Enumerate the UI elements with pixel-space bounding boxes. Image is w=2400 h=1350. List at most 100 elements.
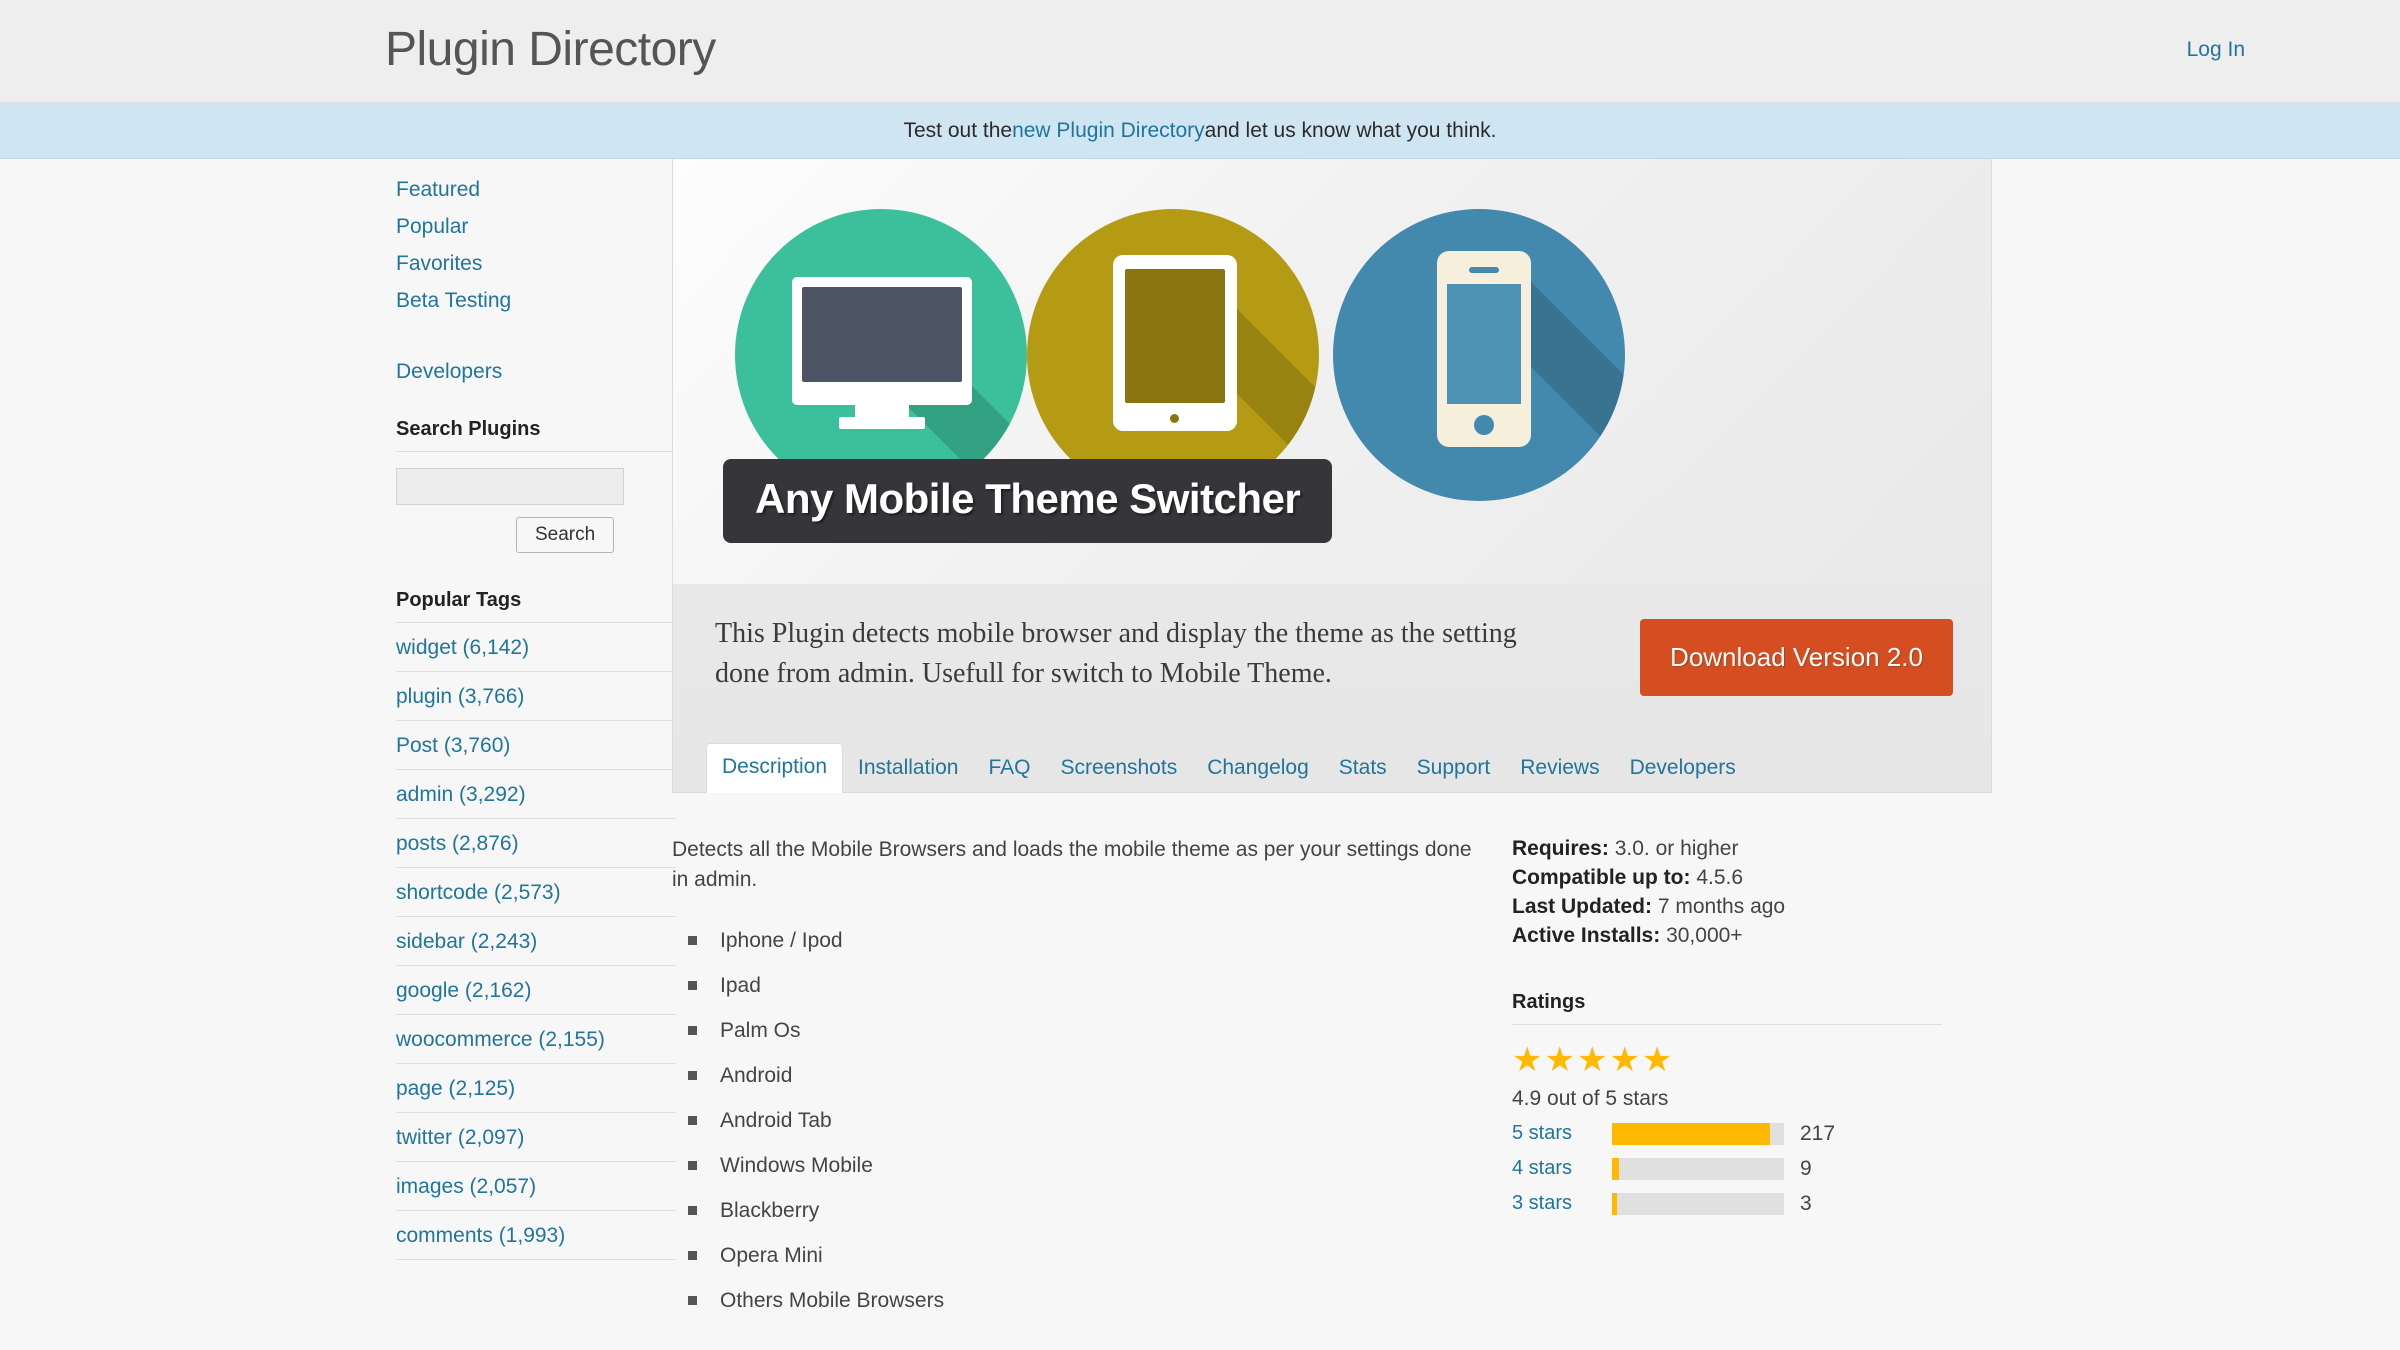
tablet-icon: [1027, 209, 1319, 501]
tag-link-posts[interactable]: posts (2,876): [396, 819, 676, 867]
search-plugins-heading: Search Plugins: [396, 418, 676, 452]
list-item: admin (3,292): [396, 770, 676, 819]
plugin-tabs: Description Installation FAQ Screenshots…: [673, 743, 1991, 793]
rating-row-3: 3 stars 3: [1512, 1192, 1942, 1216]
plugin-header-card: Any Mobile Theme Switcher This Plugin de…: [672, 159, 1992, 793]
rating-link-5-stars[interactable]: 5 stars: [1512, 1122, 1584, 1145]
tag-link-plugin[interactable]: plugin (3,766): [396, 672, 676, 720]
tag-link-page[interactable]: page (2,125): [396, 1064, 676, 1112]
sidebar: Featured Popular Favorites Beta Testing …: [396, 159, 676, 1260]
tab-support[interactable]: Support: [1402, 745, 1506, 792]
rating-bar-fill-4: [1612, 1157, 1619, 1180]
popular-tags-heading: Popular Tags: [396, 589, 676, 623]
sidebar-item-featured[interactable]: Featured: [396, 171, 676, 208]
list-item: plugin (3,766): [396, 672, 676, 721]
tab-description[interactable]: Description: [706, 743, 844, 793]
description-paragraph: Detects all the Mobile Browsers and load…: [672, 838, 1472, 892]
search-input[interactable]: [396, 468, 624, 505]
rating-bar-5: [1612, 1122, 1784, 1145]
notice-bar: Test out the new Plugin Directory and le…: [0, 103, 2400, 159]
rating-bar-fill-3: [1612, 1192, 1618, 1215]
plugin-short-description: This Plugin detects mobile browser and d…: [715, 618, 1517, 689]
info-last-updated-value: 7 months ago: [1657, 894, 1786, 918]
tag-link-shortcode[interactable]: shortcode (2,573): [396, 868, 676, 916]
notice-text-before: Test out the: [903, 118, 1013, 142]
notice-text-after: and let us know what you think.: [1204, 118, 1497, 142]
tag-link-google[interactable]: google (2,162): [396, 966, 676, 1014]
tag-link-widget[interactable]: widget (6,142): [396, 623, 676, 671]
page-body: Featured Popular Favorites Beta Testing …: [0, 159, 2400, 1349]
info-last-updated: Last Updated: 7 months ago: [1512, 895, 1942, 920]
description-panel: Detects all the Mobile Browsers and load…: [672, 835, 1472, 1335]
sidebar-item-developers[interactable]: Developers: [396, 353, 676, 390]
list-item: twitter (2,097): [396, 1113, 676, 1162]
list-item: Blackberry: [688, 1200, 1472, 1245]
list-item: Palm Os: [688, 1020, 1472, 1065]
login-link[interactable]: Log In: [2187, 38, 2245, 62]
list-item: page (2,125): [396, 1064, 676, 1113]
tag-link-sidebar[interactable]: sidebar (2,243): [396, 917, 676, 965]
tag-link-woocommerce[interactable]: woocommerce (2,155): [396, 1015, 676, 1063]
sidebar-nav: Featured Popular Favorites Beta Testing …: [396, 159, 676, 390]
tab-developers[interactable]: Developers: [1615, 745, 1751, 792]
info-active-installs-value: 30,000+: [1666, 923, 1743, 947]
info-last-updated-label: Last Updated:: [1512, 894, 1653, 918]
rating-link-4-stars[interactable]: 4 stars: [1512, 1157, 1584, 1180]
popular-tags-list: widget (6,142) plugin (3,766) Post (3,76…: [396, 623, 676, 1260]
list-item: posts (2,876): [396, 819, 676, 868]
new-plugin-directory-link[interactable]: new Plugin Directory: [1012, 119, 1205, 143]
rating-bar-fill-5: [1612, 1122, 1771, 1145]
tag-link-post[interactable]: Post (3,760): [396, 721, 676, 769]
sidebar-item-popular[interactable]: Popular: [396, 208, 676, 245]
rating-bar-4: [1612, 1157, 1784, 1180]
list-item: google (2,162): [396, 966, 676, 1015]
page-title: Plugin Directory: [385, 23, 716, 76]
list-item: Others Mobile Browsers: [688, 1290, 1472, 1335]
list-item: sidebar (2,243): [396, 917, 676, 966]
info-compatible-label: Compatible up to:: [1512, 865, 1691, 889]
monitor-icon: [735, 209, 1027, 501]
list-item: widget (6,142): [396, 623, 676, 672]
sidebar-item-beta-testing[interactable]: Beta Testing: [396, 282, 676, 319]
rating-bar-3: [1612, 1192, 1784, 1215]
list-item: Iphone / Ipod: [688, 930, 1472, 975]
tag-link-comments[interactable]: comments (1,993): [396, 1211, 676, 1259]
download-button[interactable]: Download Version 2.0: [1640, 619, 1953, 696]
list-item: Android: [688, 1065, 1472, 1110]
plugin-info-panel: Requires: 3.0. or higher Compatible up t…: [1512, 835, 1942, 1335]
rating-link-3-stars[interactable]: 3 stars: [1512, 1192, 1584, 1215]
ratings-heading: Ratings: [1512, 991, 1942, 1025]
info-requires-value: 3.0. or higher: [1614, 837, 1739, 860]
info-compatible-value: 4.5.6: [1696, 865, 1744, 889]
list-item: Opera Mini: [688, 1245, 1472, 1290]
list-item: Windows Mobile: [688, 1155, 1472, 1200]
list-item: shortcode (2,573): [396, 868, 676, 917]
star-rating-icon: ★★★★★: [1512, 1040, 1675, 1079]
tab-changelog[interactable]: Changelog: [1192, 745, 1324, 792]
tag-link-images[interactable]: images (2,057): [396, 1162, 676, 1210]
plugin-banner-title: Any Mobile Theme Switcher: [723, 459, 1333, 543]
tag-link-twitter[interactable]: twitter (2,097): [396, 1113, 676, 1161]
info-compatible: Compatible up to: 4.5.6: [1512, 866, 1942, 891]
sidebar-item-favorites[interactable]: Favorites: [396, 245, 676, 282]
tab-faq[interactable]: FAQ: [973, 745, 1045, 792]
list-item: woocommerce (2,155): [396, 1015, 676, 1064]
site-header: Plugin Directory Log In: [0, 0, 2400, 103]
info-active-installs: Active Installs: 30,000+: [1512, 924, 1942, 949]
tab-installation[interactable]: Installation: [843, 745, 973, 792]
tab-stats[interactable]: Stats: [1324, 745, 1402, 792]
list-item: Android Tab: [688, 1110, 1472, 1155]
rating-row-5: 5 stars 217: [1512, 1122, 1942, 1146]
plugin-banner: Any Mobile Theme Switcher: [673, 159, 1991, 584]
rating-average-text: 4.9 out of 5 stars: [1512, 1086, 1669, 1110]
plugin-meta: This Plugin detects mobile browser and d…: [673, 584, 1991, 744]
phone-icon: [1333, 209, 1625, 501]
tab-screenshots[interactable]: Screenshots: [1045, 745, 1192, 792]
tag-link-admin[interactable]: admin (3,292): [396, 770, 676, 818]
tab-reviews[interactable]: Reviews: [1505, 745, 1614, 792]
list-item: comments (1,993): [396, 1211, 676, 1260]
main-column: Any Mobile Theme Switcher This Plugin de…: [672, 159, 1992, 1335]
info-requires-label: Requires:: [1512, 837, 1609, 860]
search-button[interactable]: Search: [516, 517, 615, 553]
plugin-content: Detects all the Mobile Browsers and load…: [672, 835, 1992, 1335]
